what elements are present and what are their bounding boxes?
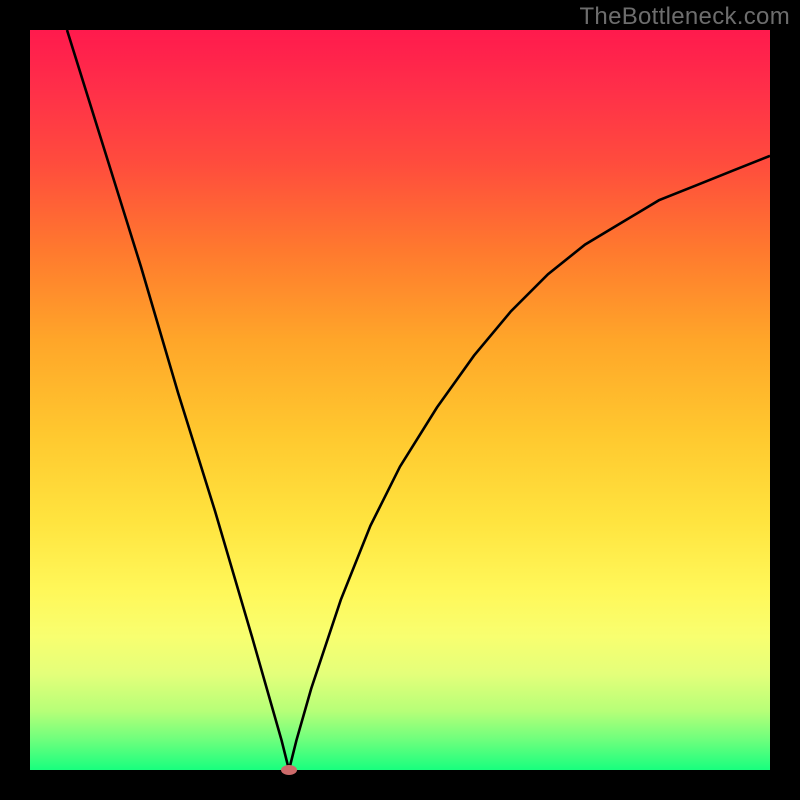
watermark-text: TheBottleneck.com [579,3,790,31]
plot-area [30,30,770,770]
optimal-point-marker [281,765,297,775]
chart-frame: TheBottleneck.com [0,0,800,800]
bottleneck-curve [30,30,770,770]
curve-path [67,30,770,770]
